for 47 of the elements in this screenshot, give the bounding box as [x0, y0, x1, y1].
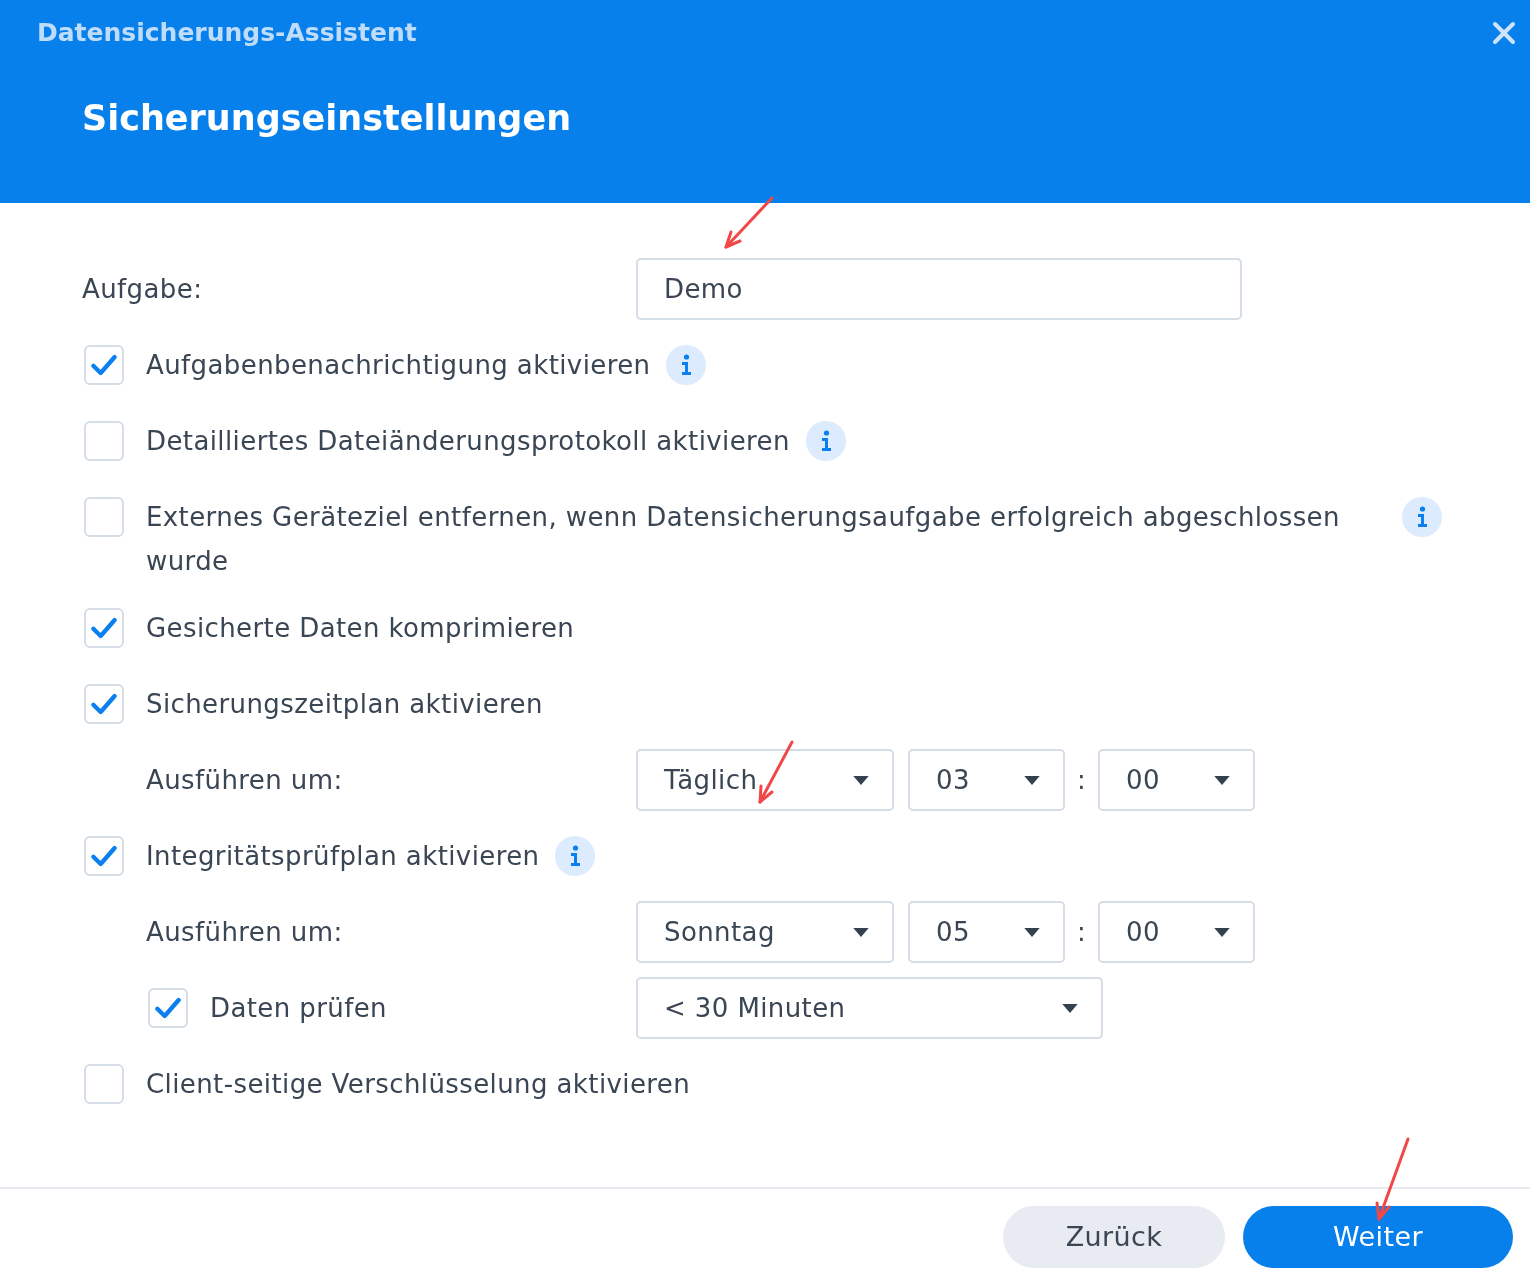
option-label: Integritätsprüfplan aktivieren	[146, 840, 540, 873]
annotation-arrow	[758, 740, 794, 804]
caret-icon	[1213, 926, 1231, 938]
annotation-arrow	[724, 196, 774, 249]
dropdown[interactable]: Täglich	[636, 749, 894, 811]
option-label: Client-seitige Verschlüsselung aktivieren	[146, 1068, 691, 1101]
time-separator: :	[1076, 917, 1087, 947]
option-label: Externes Geräteziel entfernen, wenn Datensicherungsaufgabe erfolgreich abgeschlossen wurde	[146, 501, 1341, 578]
checkbox[interactable]	[84, 345, 124, 385]
checkbox[interactable]	[148, 988, 188, 1028]
dropdown[interactable]: < 30 Minuten	[636, 977, 1103, 1039]
info-icon[interactable]	[555, 836, 596, 876]
checkbox[interactable]	[84, 1064, 124, 1104]
close-icon[interactable]	[1492, 20, 1516, 45]
caret-icon	[1213, 774, 1231, 786]
checkbox[interactable]	[84, 608, 124, 648]
dropdown[interactable]: 03	[908, 749, 1065, 811]
time-separator: :	[1076, 765, 1087, 795]
dropdown[interactable]: 05	[908, 901, 1065, 963]
back-button[interactable]: Zurück	[1003, 1205, 1225, 1268]
caret-icon	[1061, 1002, 1079, 1014]
option-label: Aufgabenbenachrichtigung aktivieren	[146, 349, 651, 382]
window-title: Datensicherungs-Assistent	[37, 18, 417, 47]
field-label: Ausführen um:	[145, 765, 344, 795]
caret-icon	[1023, 774, 1041, 786]
dropdown[interactable]: 00	[1098, 901, 1255, 963]
option-label: Sicherungszeitplan aktivieren	[146, 688, 543, 721]
dropdown[interactable]: 00	[1098, 749, 1255, 811]
checkbox[interactable]	[84, 836, 124, 876]
next-button[interactable]: Weiter	[1243, 1205, 1513, 1268]
info-icon[interactable]	[666, 345, 707, 385]
caret-icon	[852, 774, 870, 786]
checkbox[interactable]	[84, 421, 124, 461]
info-icon[interactable]	[805, 421, 846, 461]
caret-icon	[1023, 926, 1041, 938]
info-icon[interactable]	[1402, 497, 1442, 537]
page-title: Sicherungseinstellungen	[82, 98, 573, 138]
field-label: Aufgabe:	[82, 274, 204, 304]
dropdown[interactable]: Sonntag	[636, 901, 894, 963]
caret-icon	[852, 926, 870, 938]
task-name-field[interactable]: Demo	[636, 258, 1242, 320]
checkbox[interactable]	[84, 684, 124, 724]
option-label: Gesicherte Daten komprimieren	[146, 612, 575, 645]
option-label: Daten prüfen	[210, 992, 387, 1025]
option-label: Detailliertes Dateiänderungsprotokoll aktivieren	[146, 425, 790, 458]
checkbox[interactable]	[84, 497, 124, 537]
field-label: Ausführen um:	[145, 917, 344, 947]
